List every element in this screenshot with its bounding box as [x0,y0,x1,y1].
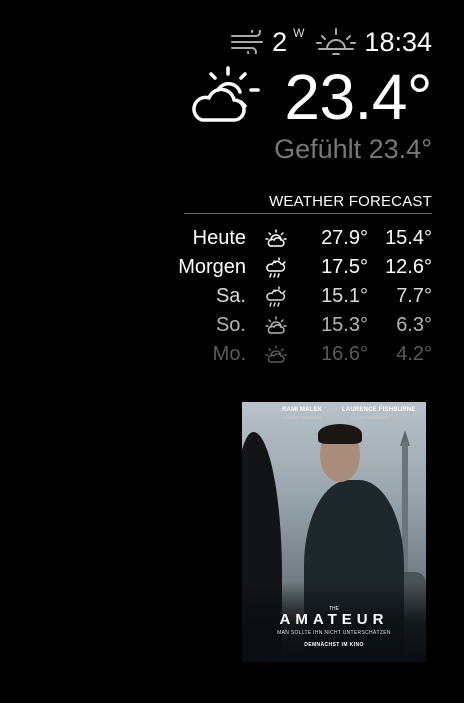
sun-showers-icon [246,282,306,311]
forecast-min-temp: 7.7° [396,285,432,307]
forecast-max-temp: 17.5° [321,256,368,278]
poster-title: AMATEUR [279,611,389,628]
wind-icon [230,30,266,54]
forecast-row: Mo. 16.6° 4.2° [178,340,432,369]
wind-speed: 2 [272,26,288,57]
forecast-day: Sa. [215,285,246,307]
poster-actor-1: RAMI MALEK [282,407,323,413]
forecast-min-temp: 12.6° [385,256,432,278]
forecast-row: Sa. 15.1° 7.7° [178,282,432,311]
forecast-min-temp: 4.2° [396,343,432,365]
forecast-min-temp: 15.4° [385,227,432,249]
partly-sunny-icon [246,224,306,253]
forecast-table: Heute 27.9° 15.4° Morgen 17.5° 12.6° Sa. 15.1° 7… [178,224,432,369]
forecast-day: So. [215,314,246,336]
current-temperature-row: 23.4° [188,62,432,132]
poster-tagline: MAN SOLLTE IHN NICHT UNTERSCHÄTZEN [277,630,391,636]
poster-actor-2-sub: OSCAR® NOMINIERT [350,415,391,420]
forecast-row: Morgen 17.5° 12.6° [178,253,432,282]
forecast-max-temp: 15.3° [321,314,368,336]
forecast-max-temp: 16.6° [321,343,368,365]
forecast-min-temp: 6.3° [396,314,432,336]
forecast-day: Heute [192,227,246,249]
forecast-max-temp: 15.1° [321,285,368,307]
poster-actor-1-sub: OSCAR® GEWINNER [282,415,323,420]
partly-sunny-icon [246,311,306,340]
forecast-row: So. 15.3° 6.3° [178,311,432,340]
current-temperature: 23.4° [284,61,432,133]
wind-sun-row: 2 W 18:34 [230,24,432,60]
sun-showers-icon [246,253,306,282]
poster-actor-2: LAURENCE FISHBURNE [342,407,416,413]
sun-time: 18:34 [364,26,432,57]
forecast-max-temp: 27.9° [321,227,368,249]
forecast-divider [184,213,432,214]
forecast-day: Morgen [178,256,246,278]
partly-cloudy-day-icon [188,64,264,131]
forecast-title: WEATHER FORECAST [269,193,432,210]
forecast-day: Mo. [212,343,246,365]
sunset-icon [316,27,357,57]
forecast-row: Heute 27.9° 15.4° [178,224,432,253]
partly-sunny-icon [246,340,306,369]
wind-direction: W [293,26,305,40]
movie-poster: RAMI MALEK OSCAR® GEWINNER LAURENCE FISH… [242,402,426,662]
feels-like-temperature: Gefühlt 23.4° [274,134,432,164]
poster-release: DEMNÄCHST IM KINO [304,642,364,648]
